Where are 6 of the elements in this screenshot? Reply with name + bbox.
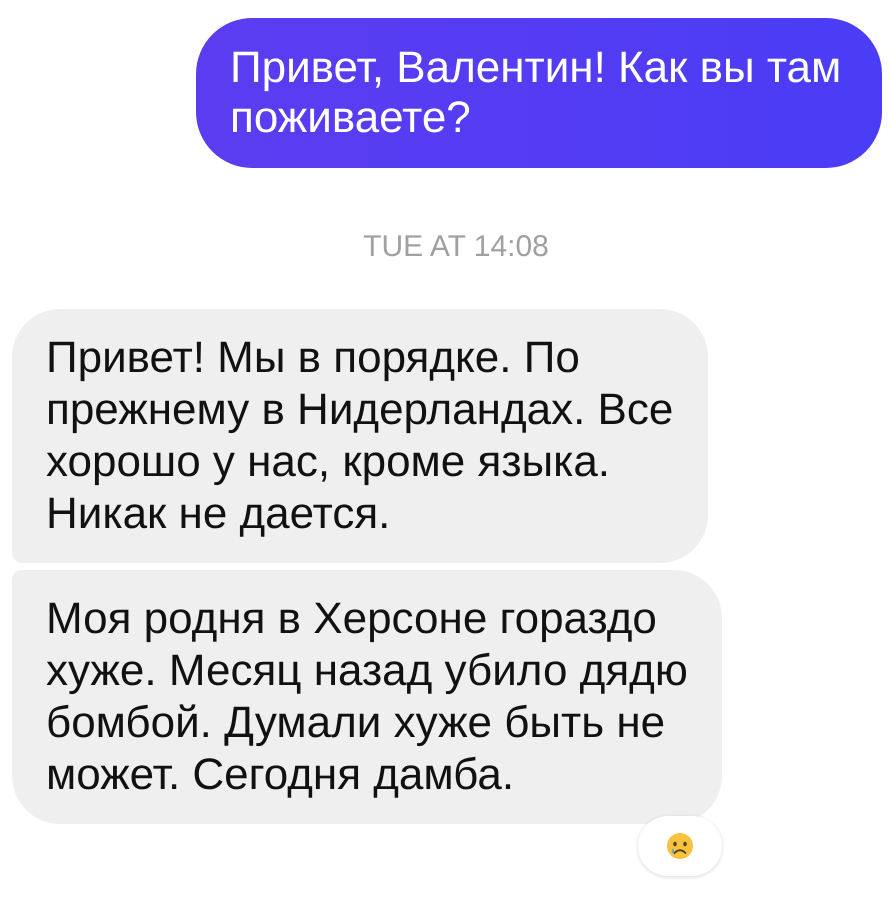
received-message: Моя родня в Херсоне гораздо хуже. Месяц назад убило дядю бомбой. Думали хуже быть не может. Сегодня дамба.	[12, 570, 722, 824]
sent-message: Привет, Валентин! Как вы там поживаете?	[196, 18, 882, 168]
received-message: Привет! Мы в порядке. По прежнему в Нидерландах. Все хорошо у нас, кроме языка. Никак не дается.	[12, 309, 708, 563]
message-timestamp: TUE AT 14:08	[363, 229, 549, 265]
crying-face-icon	[665, 831, 695, 861]
reaction-badge[interactable]	[638, 816, 722, 876]
